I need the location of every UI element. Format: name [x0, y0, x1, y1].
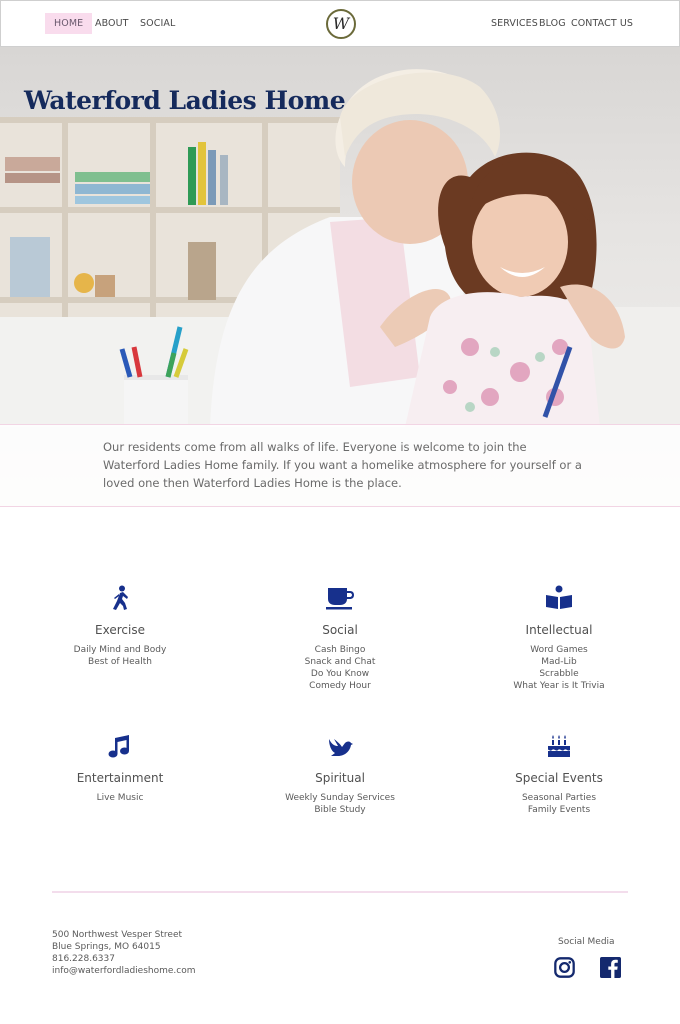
logo-letter: W	[332, 14, 350, 33]
hero-banner: Waterford Ladies Home Our residents come…	[0, 47, 680, 507]
coffee-cup-icon	[326, 588, 354, 610]
feature-item: Weekly Sunday Services	[285, 793, 395, 803]
feature-item: Seasonal Parties	[521, 793, 597, 803]
email-link[interactable]: info@waterfordladieshome.com	[52, 965, 196, 977]
feature-special-events: Special Events Seasonal Parties Family E…	[459, 733, 659, 816]
instagram-icon[interactable]	[554, 957, 575, 978]
music-note-icon	[108, 735, 129, 758]
footer-divider	[52, 891, 628, 893]
hero-title: Waterford Ladies Home	[24, 86, 346, 115]
address-street: 500 Northwest Vesper Street	[52, 930, 183, 940]
feature-social: Social Cash Bingo Snack and Chat Do You …	[240, 585, 440, 692]
feature-item: What Year is It Trivia	[513, 681, 605, 691]
feature-item: Bible Study	[314, 805, 366, 815]
address-city: Blue Springs, MO 64015	[52, 942, 161, 952]
feature-item: Word Games	[530, 645, 588, 655]
walking-person-icon	[113, 585, 128, 610]
hero-caption-text: Our residents come from all walks of lif…	[103, 440, 582, 490]
nav-about-link[interactable]: ABOUT	[95, 13, 129, 34]
feature-spiritual: Spiritual Weekly Sunday Services Bible S…	[240, 733, 440, 816]
feature-item: Snack and Chat	[304, 657, 376, 667]
feature-title: Entertainment	[76, 771, 164, 785]
feature-title: Exercise	[95, 623, 145, 637]
nav-blog-link[interactable]: BLOG	[539, 13, 566, 34]
feature-item: Best of Health	[88, 657, 152, 667]
feature-item: Do You Know	[310, 669, 370, 679]
reading-person-icon	[546, 585, 572, 609]
nav-social-link[interactable]: SOCIAL	[140, 13, 175, 34]
hero-caption-box: Our residents come from all walks of lif…	[0, 424, 680, 507]
feature-title: Spiritual	[315, 771, 365, 785]
birthday-cake-icon	[548, 735, 570, 757]
nav-home-link[interactable]: HOME	[45, 13, 93, 34]
nav-contact-link[interactable]: CONTACT US	[571, 13, 633, 34]
footer-contact: 500 Northwest Vesper Street Blue Springs…	[52, 929, 196, 977]
feature-intellectual: Intellectual Word Games Mad-Lib Scrabble…	[459, 585, 659, 692]
feature-item: Scrabble	[539, 669, 579, 679]
feature-item: Family Events	[527, 805, 591, 815]
feature-item: Comedy Hour	[309, 681, 371, 691]
feature-item: Cash Bingo	[314, 645, 366, 655]
dove-icon	[329, 739, 353, 756]
nav-services-link[interactable]: SERVICES	[491, 13, 538, 34]
feature-item: Mad-Lib	[541, 657, 577, 667]
site-logo[interactable]: W	[326, 9, 356, 39]
feature-title: Special Events	[515, 771, 603, 785]
facebook-icon[interactable]	[600, 957, 621, 978]
top-navigation: HOME ABOUT SOCIAL W SERVICES BLOG CONTAC…	[0, 0, 680, 47]
social-media-label: Social Media	[558, 937, 615, 947]
feature-title: Intellectual	[525, 623, 593, 637]
feature-title: Social	[322, 623, 358, 637]
feature-item: Daily Mind and Body	[73, 645, 167, 655]
feature-item: Live Music	[96, 793, 144, 803]
feature-exercise: Exercise Daily Mind and Body Best of Hea…	[20, 585, 220, 668]
feature-entertainment: Entertainment Live Music	[20, 733, 220, 804]
phone-number[interactable]: 816.228.6337	[52, 953, 196, 965]
